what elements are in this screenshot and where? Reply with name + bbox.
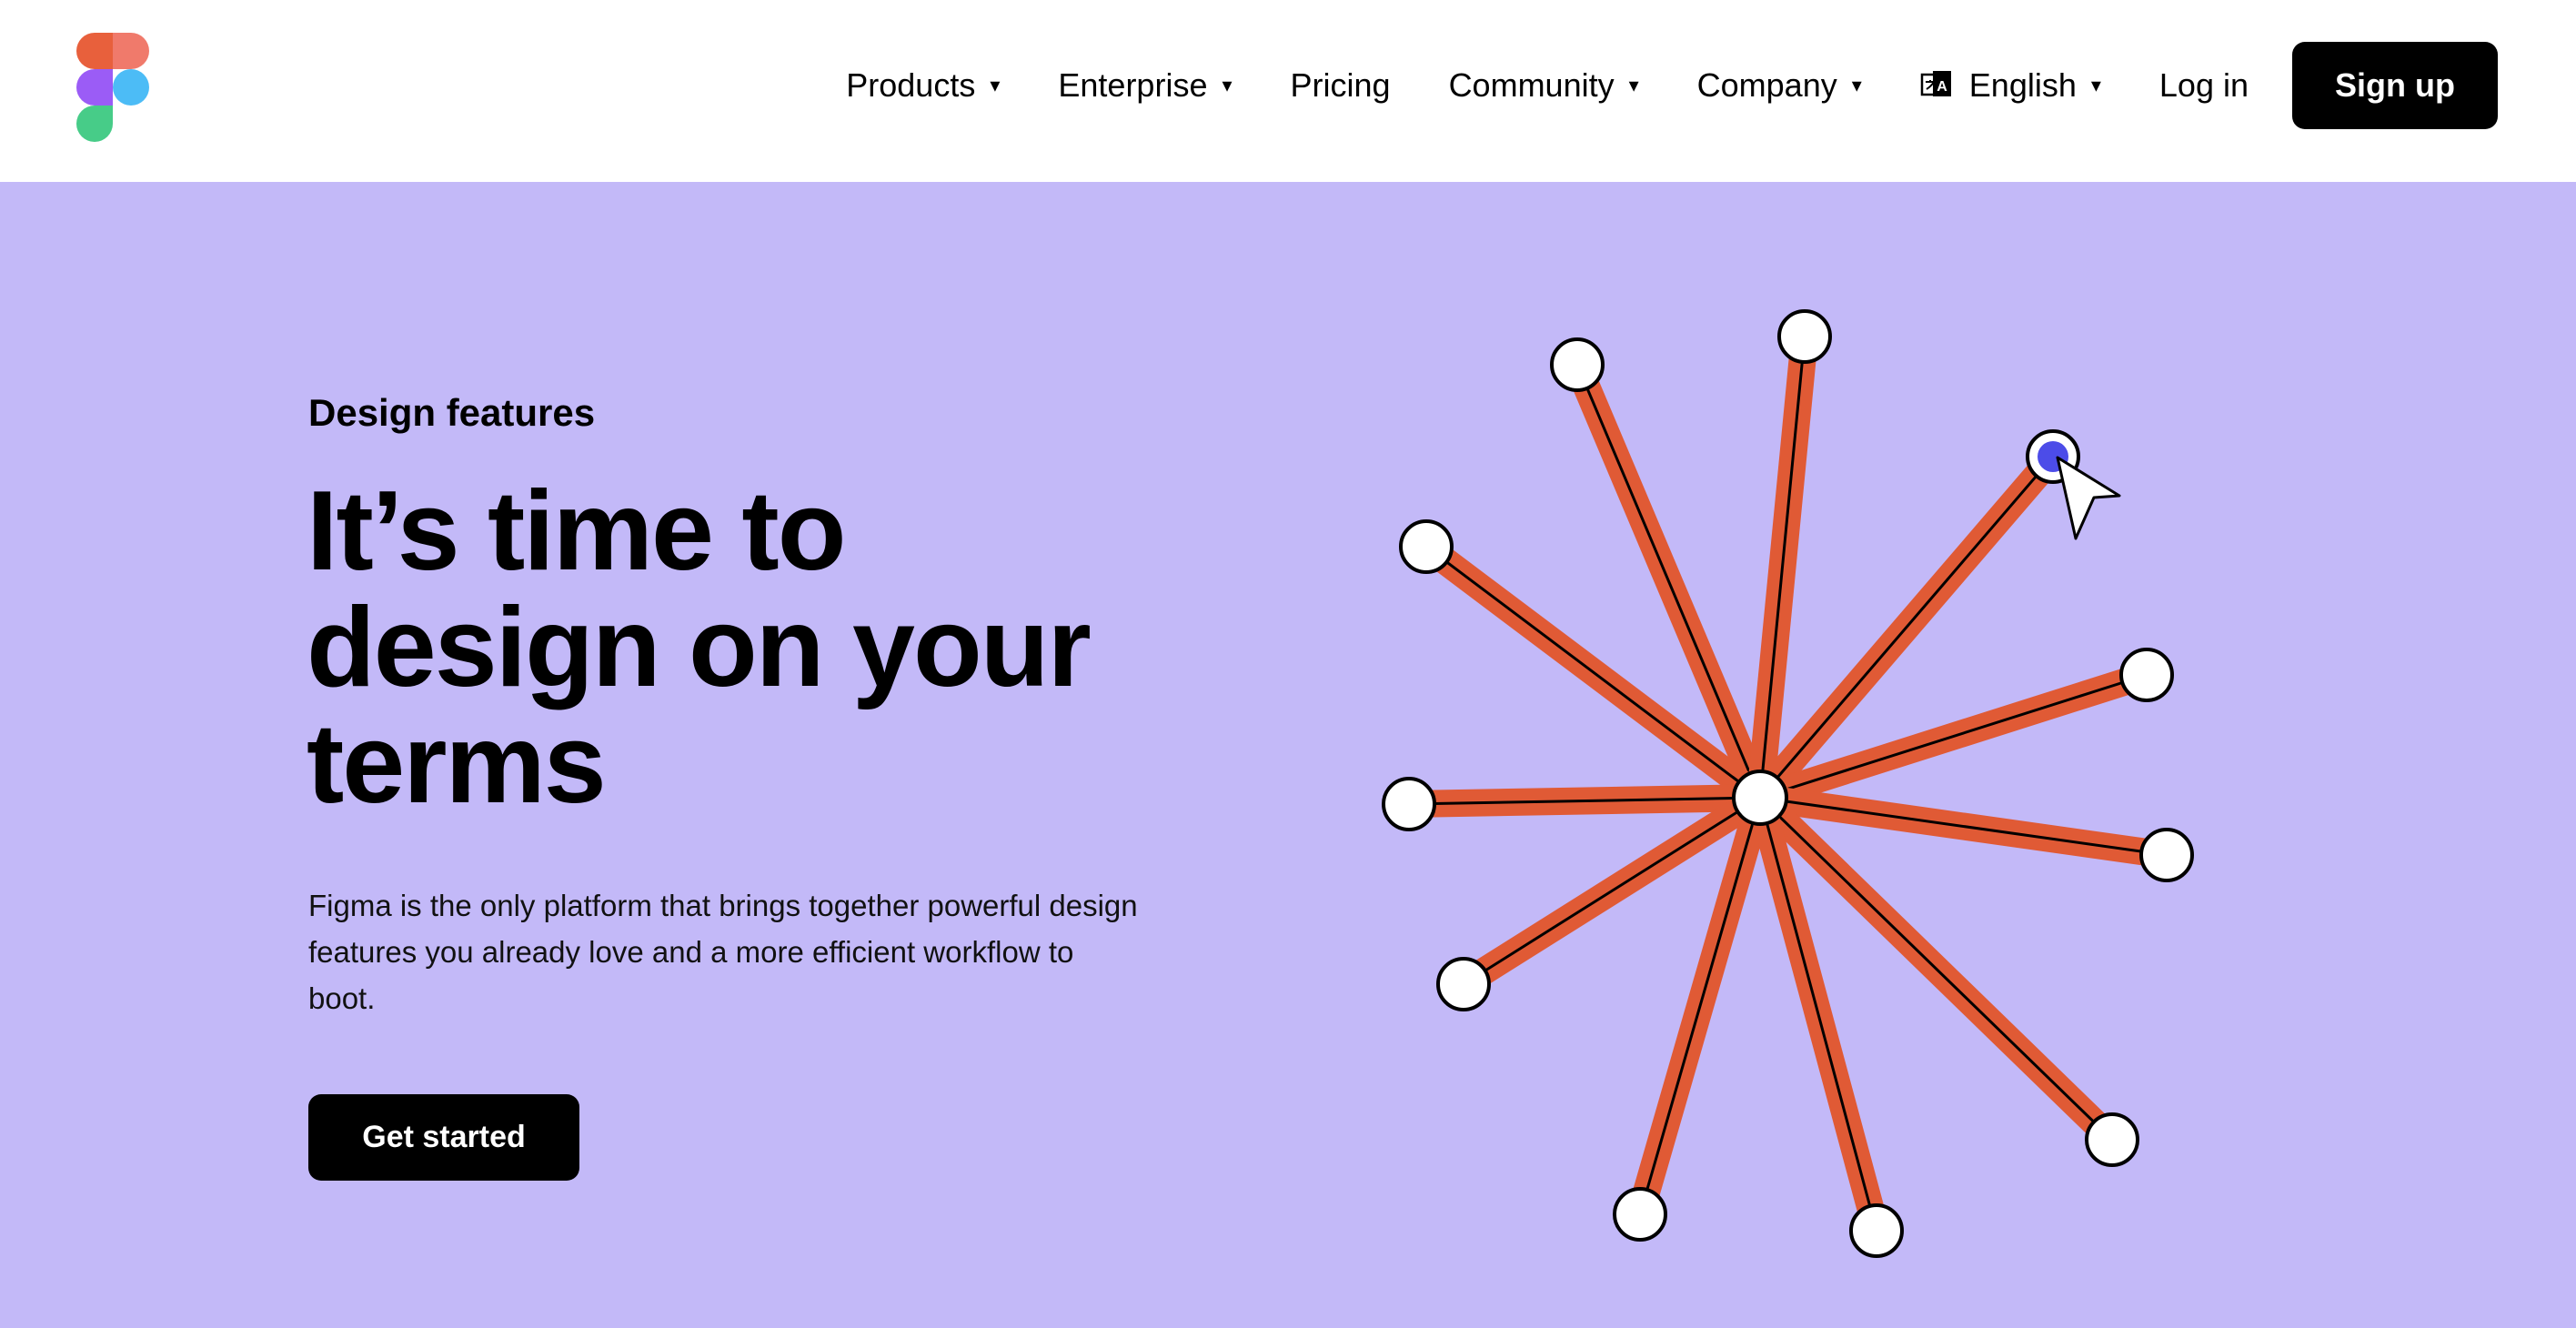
nav-enterprise[interactable]: Enterprise ▾ — [1058, 66, 1232, 105]
svg-text:A: A — [1937, 79, 1947, 95]
chevron-down-icon: ▾ — [1628, 74, 1639, 96]
chevron-down-icon: ▾ — [990, 74, 1001, 96]
signup-button[interactable]: Sign up — [2292, 42, 2498, 129]
nav-products-label: Products — [846, 66, 976, 104]
nav-pricing[interactable]: Pricing — [1291, 66, 1391, 105]
login-label: Log in — [2158, 66, 2249, 104]
vector-node — [1436, 957, 1491, 1011]
vector-node — [1550, 337, 1605, 392]
vector-network-illustration — [1382, 309, 2194, 1258]
vector-node — [2139, 828, 2194, 882]
chevron-down-icon: ▾ — [2090, 74, 2101, 96]
hero-headline: It’s time to design on your terms — [307, 468, 1092, 827]
nav-company-label: Company — [1696, 66, 1837, 104]
center-vector-node — [1732, 770, 1788, 826]
vector-node — [1399, 519, 1454, 574]
figma-logo[interactable] — [76, 33, 149, 142]
nav-pricing-label: Pricing — [1290, 66, 1391, 104]
chevron-down-icon: ▾ — [1851, 74, 1862, 96]
login-link[interactable]: Log in — [2159, 66, 2249, 105]
site-header: Products ▾ Enterprise ▾ Pricing Communit… — [0, 0, 2576, 182]
language-selector[interactable]: A English ▾ — [1920, 66, 2101, 105]
nav-enterprise-label: Enterprise — [1058, 66, 1208, 104]
language-label: English — [1968, 66, 2077, 104]
nav-community[interactable]: Community ▾ — [1449, 66, 1639, 105]
vector-node — [2085, 1112, 2139, 1167]
hero-description: Figma is the only platform that brings t… — [308, 889, 1138, 1015]
vector-node — [1613, 1187, 1667, 1242]
get-started-button[interactable]: Get started — [308, 1094, 579, 1181]
vector-node — [1849, 1203, 1904, 1258]
cursor-arrow-icon — [2056, 456, 2121, 540]
chevron-down-icon: ▾ — [1222, 74, 1233, 96]
language-icon: A — [1920, 71, 1951, 96]
nav-community-label: Community — [1448, 66, 1615, 104]
nav-company[interactable]: Company ▾ — [1697, 66, 1862, 105]
vector-node — [1777, 309, 1832, 364]
main-nav: Products ▾ Enterprise ▾ Pricing Communit… — [846, 42, 2498, 129]
hero-eyebrow: Design features — [308, 391, 596, 434]
spoke-path — [1758, 336, 1806, 799]
vector-node — [2119, 648, 2174, 702]
nav-products[interactable]: Products ▾ — [846, 66, 1000, 105]
vector-node — [1382, 777, 1436, 831]
